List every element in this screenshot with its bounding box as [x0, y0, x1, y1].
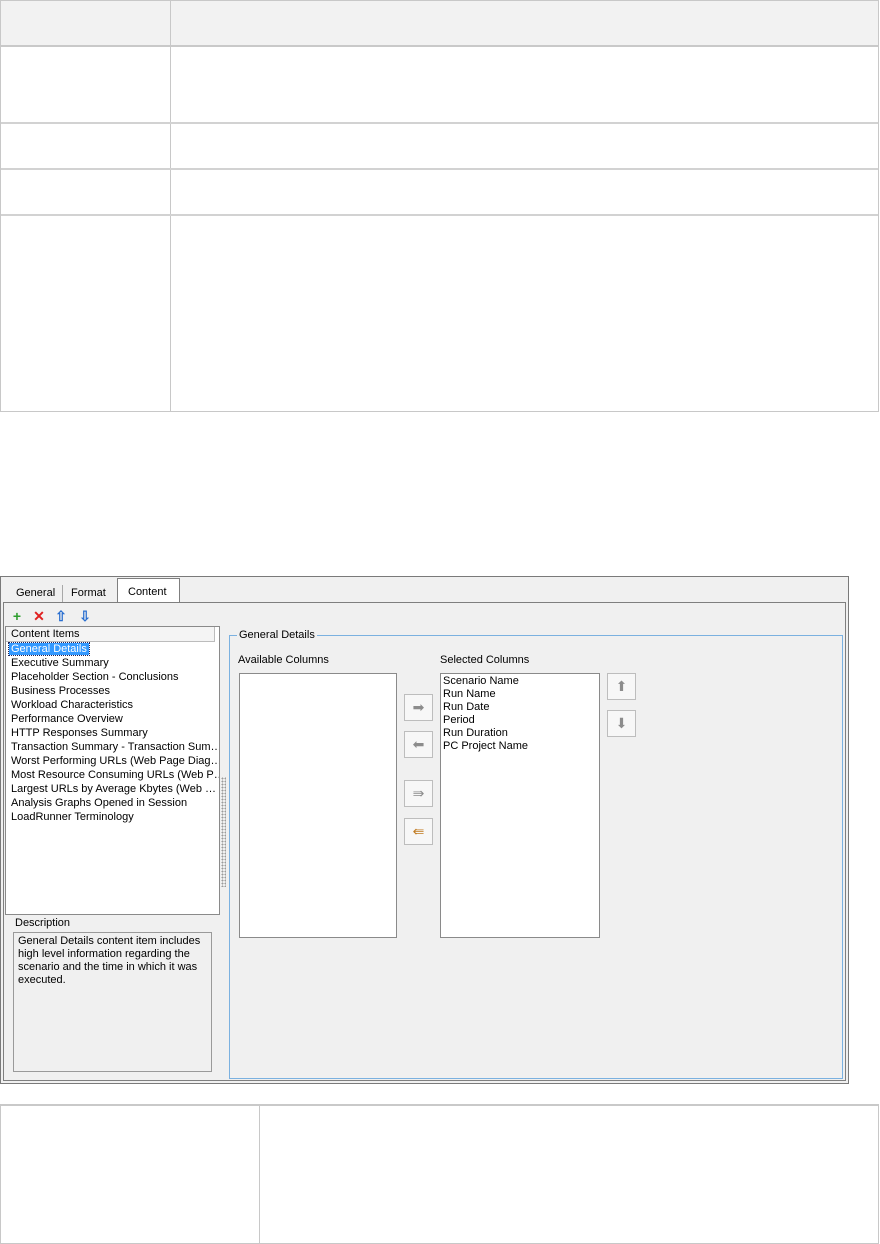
doc-table-bottom — [0, 1104, 879, 1244]
list-item[interactable]: Run Date — [443, 701, 597, 714]
list-item[interactable]: LoadRunner Terminology — [6, 810, 219, 824]
description-label: Description — [15, 917, 71, 929]
arrow-down-icon: ⇩ — [79, 608, 91, 624]
list-item[interactable]: PC Project Name — [443, 740, 597, 753]
doc-table-row-divider — [1, 214, 878, 216]
delete-item-button[interactable]: ✕ — [31, 608, 47, 624]
list-item[interactable]: Placeholder Section - Conclusions — [6, 670, 219, 684]
remove-column-button[interactable]: ⬅ — [404, 731, 433, 758]
double-arrow-left-icon: ⇚ — [412, 823, 425, 839]
tab-format[interactable]: Format — [64, 585, 113, 602]
move-column-down-button[interactable]: ⬇ — [607, 710, 636, 737]
list-item[interactable]: Analysis Graphs Opened in Session — [6, 796, 219, 810]
red-x-icon: ✕ — [33, 608, 45, 624]
arrow-down-icon: ⬇ — [615, 715, 628, 731]
doc-table-column-divider — [259, 1106, 260, 1243]
add-item-button[interactable]: + — [9, 608, 25, 624]
list-item[interactable]: Workload Characteristics — [6, 698, 219, 712]
add-all-columns-button[interactable]: ⇛ — [404, 780, 433, 807]
add-column-button[interactable]: ➡ — [404, 694, 433, 721]
list-item[interactable]: Period — [443, 714, 597, 727]
move-item-up-button[interactable]: ⇧ — [53, 608, 69, 624]
list-item[interactable]: Largest URLs by Average Kbytes (Web … — [6, 782, 219, 796]
doc-table-row-divider — [1, 122, 878, 124]
content-items-header[interactable]: Content Items — [6, 627, 215, 642]
arrow-up-icon: ⬆ — [615, 678, 628, 694]
content-items-list[interactable]: Content Items General Details Executive … — [5, 626, 220, 915]
tab-strip: General Format Content — [1, 577, 848, 603]
plus-icon: + — [12, 608, 22, 624]
general-details-group-title: General Details — [237, 629, 317, 641]
arrow-up-icon: ⇧ — [55, 608, 67, 624]
tab-content[interactable]: Content — [117, 578, 180, 603]
move-column-up-button[interactable]: ⬆ — [607, 673, 636, 700]
list-item[interactable]: Run Name — [443, 688, 597, 701]
doc-table-top — [0, 0, 879, 412]
doc-table-column-divider — [170, 1, 171, 411]
panel-splitter-handle[interactable] — [221, 777, 226, 887]
description-text: General Details content item includes hi… — [13, 932, 212, 1072]
selected-columns-label: Selected Columns — [440, 654, 530, 666]
list-item[interactable]: Business Processes — [6, 684, 219, 698]
selected-columns-list[interactable]: Scenario Name Run Name Run Date Period R… — [440, 673, 600, 938]
list-item[interactable]: General Details — [6, 642, 219, 656]
arrow-right-icon: ➡ — [412, 699, 425, 715]
list-item[interactable]: HTTP Responses Summary — [6, 726, 219, 740]
list-item[interactable]: Transaction Summary - Transaction Sum… — [6, 740, 219, 754]
tab-general[interactable]: General — [9, 585, 64, 602]
doc-table-row-divider — [1, 168, 878, 170]
list-item[interactable]: Most Resource Consuming URLs (Web P… — [6, 768, 219, 782]
remove-all-columns-button[interactable]: ⇚ — [404, 818, 433, 845]
list-item[interactable]: Performance Overview — [6, 712, 219, 726]
available-columns-label: Available Columns — [238, 654, 329, 666]
list-item[interactable]: Executive Summary — [6, 656, 219, 670]
double-arrow-right-icon: ⇛ — [412, 785, 425, 801]
list-item[interactable]: Scenario Name — [443, 675, 597, 688]
doc-table-header — [1, 1, 878, 47]
list-item[interactable]: Run Duration — [443, 727, 597, 740]
list-item[interactable]: Worst Performing URLs (Web Page Diag… — [6, 754, 219, 768]
move-item-down-button[interactable]: ⇩ — [77, 608, 93, 624]
available-columns-list[interactable] — [239, 673, 397, 938]
report-settings-dialog: General Format Content + ✕ ⇧ ⇩ Content I… — [0, 576, 849, 1084]
arrow-left-icon: ⬅ — [412, 736, 425, 752]
